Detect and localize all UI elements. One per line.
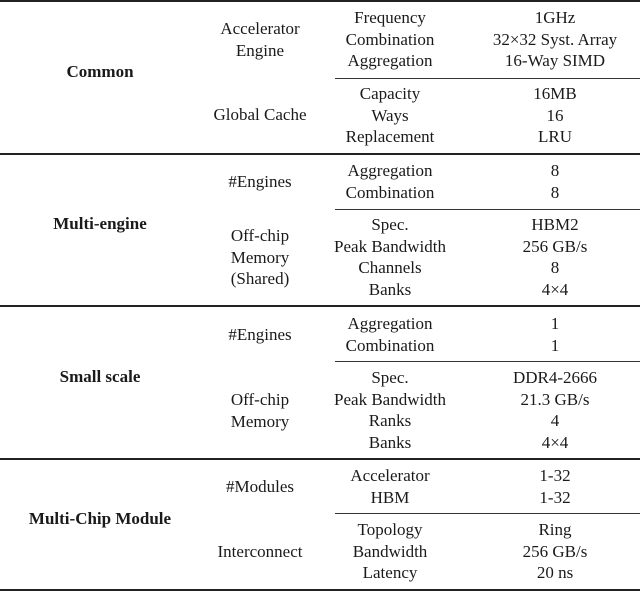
value-cell: 4×4	[541, 279, 569, 299]
group-label: Engine	[235, 40, 285, 60]
param-cell: Channels	[358, 258, 422, 277]
param-cell: Aggregation	[347, 161, 433, 180]
group-divider	[335, 209, 640, 210]
section-label-multi-chip-module: Multi-Chip Module	[28, 509, 172, 528]
group-label: Off-chip	[230, 226, 290, 245]
group-divider	[335, 361, 640, 362]
param-cell: Spec.	[371, 215, 409, 234]
value-cell: 1-32	[539, 487, 571, 507]
value-cell: Ring	[538, 520, 572, 539]
value-cell: 16	[546, 105, 564, 125]
value-cell: 16-Way SIMD	[504, 51, 606, 70]
value-cell: 4×4	[541, 432, 569, 452]
param-cell: Capacity	[359, 84, 421, 103]
group-label: Interconnect	[217, 542, 303, 561]
param-cell: Bandwidth	[352, 541, 428, 561]
group-label: Accelerator	[220, 19, 300, 38]
group-label: #Engines	[228, 172, 292, 191]
value-cell: 1	[550, 335, 560, 355]
top-rule	[0, 0, 640, 2]
param-cell: Spec.	[371, 368, 409, 387]
param-cell: Frequency	[354, 8, 426, 27]
param-cell: Peak Bandwidth	[334, 236, 446, 256]
group-label: Memory	[230, 411, 290, 431]
value-cell: HBM2	[531, 215, 579, 234]
value-cell: 1-32	[539, 466, 571, 485]
value-cell: 1GHz	[534, 8, 576, 27]
param-cell: Topology	[357, 520, 423, 539]
group-divider	[335, 513, 640, 514]
param-cell: Combination	[345, 182, 435, 202]
value-cell: 4	[550, 411, 560, 430]
param-cell: Banks	[368, 432, 412, 452]
value-cell: 8	[550, 161, 560, 180]
group-label: Off-chip	[230, 390, 290, 409]
param-cell: Latency	[362, 563, 418, 582]
section-rule	[0, 458, 640, 460]
group-divider	[335, 78, 640, 79]
param-cell: Replacement	[345, 127, 435, 146]
param-cell: Ranks	[368, 411, 412, 430]
value-cell: DDR4-2666	[512, 368, 598, 387]
value-cell: 256 GB/s	[522, 236, 588, 256]
group-label: (Shared)	[230, 269, 290, 288]
group-label: #Engines	[228, 325, 292, 344]
group-label: Memory	[230, 247, 290, 267]
section-label-multi-engine: Multi-engine	[53, 214, 147, 233]
section-rule	[0, 305, 640, 307]
param-cell: Accelerator	[350, 466, 430, 485]
param-cell: Combination	[345, 29, 435, 49]
param-cell: Ways	[371, 105, 409, 125]
param-cell: Combination	[345, 335, 435, 355]
bottom-rule	[0, 589, 640, 591]
value-cell: 8	[550, 258, 560, 277]
section-label-small-scale: Small scale	[59, 367, 141, 386]
value-cell: 16MB	[533, 84, 577, 103]
value-cell: 20 ns	[536, 563, 574, 582]
group-label: Global Cache	[213, 105, 307, 124]
group-label: #Modules	[226, 477, 294, 496]
value-cell: 8	[550, 182, 560, 202]
section-rule	[0, 153, 640, 155]
section-label-common: Common	[66, 62, 134, 81]
param-cell: HBM	[370, 487, 410, 507]
param-cell: Aggregation	[347, 314, 433, 333]
param-cell: Banks	[368, 279, 412, 299]
param-cell: Peak Bandwidth	[334, 389, 446, 409]
value-cell: 1	[550, 314, 560, 333]
param-cell: Aggregation	[347, 51, 433, 70]
value-cell: 21.3 GB/s	[520, 389, 590, 409]
value-cell: LRU	[538, 127, 572, 146]
value-cell: 256 GB/s	[522, 541, 588, 561]
value-cell: 32×32 Syst. Array	[492, 29, 618, 49]
